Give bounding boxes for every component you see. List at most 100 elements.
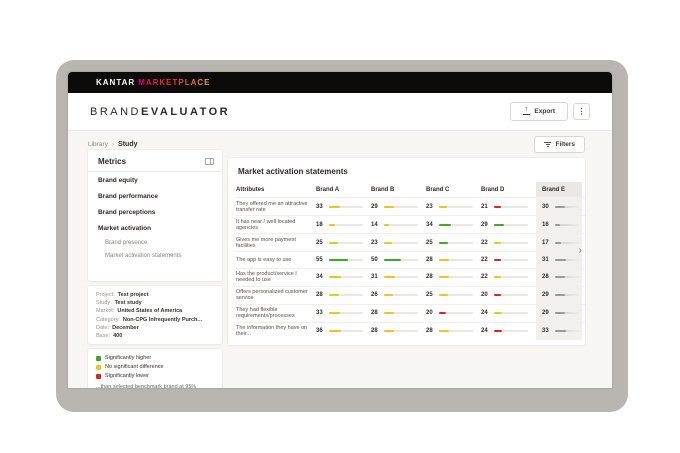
- value-bar: [555, 330, 581, 332]
- legend-swatch-ns: [96, 365, 101, 370]
- project-info-label: Base:: [96, 332, 110, 340]
- kebab-icon: ⋮: [578, 107, 586, 116]
- value-number: 29: [371, 204, 381, 210]
- value-bar: [329, 312, 363, 314]
- value-bar: [329, 330, 363, 332]
- value-cell: 33: [536, 323, 582, 340]
- table-row: It has near / well located agencies18143…: [236, 215, 585, 233]
- value-cell: 31: [371, 269, 426, 286]
- value-cell: 25: [316, 234, 371, 251]
- next-page-chevron[interactable]: ›: [579, 246, 582, 256]
- sidebar-item-brand-perceptions[interactable]: Brand perceptions: [88, 204, 222, 220]
- breadcrumb-library[interactable]: Library: [88, 141, 108, 148]
- table-header-row: AttributesBrand ABrand BBrand CBrand DBr…: [236, 182, 585, 197]
- app-header: BRANDEVALUATOR Export ⋮: [68, 93, 612, 131]
- value-bar-fill: [494, 294, 501, 296]
- value-cell: 28: [536, 269, 582, 286]
- value-bar-fill: [384, 206, 394, 208]
- legend-item-higher: Significantly higher: [96, 354, 214, 363]
- value-bar-fill: [329, 276, 341, 278]
- top-nav-bar: KANTAR MARKETPLACE: [68, 72, 612, 93]
- filters-button[interactable]: Filters: [534, 136, 585, 153]
- sidebar: Metrics Brand equityBrand performanceBra…: [88, 150, 222, 388]
- value-bar-fill: [494, 312, 502, 314]
- sidebar-subitem-market-activation-statements[interactable]: Market activation statements: [88, 249, 222, 262]
- value-cell: 17: [536, 234, 582, 251]
- export-button[interactable]: Export: [510, 102, 568, 121]
- value-bar-fill: [555, 206, 565, 208]
- value-bar: [439, 330, 473, 332]
- value-cell: 20: [426, 305, 481, 322]
- page-title-evaluator: EVALUATOR: [141, 106, 230, 118]
- value-bar-fill: [555, 312, 565, 314]
- value-number: 23: [371, 240, 381, 246]
- value-number: 28: [316, 292, 326, 298]
- breadcrumb-separator: ›: [112, 141, 114, 148]
- value-bar: [329, 242, 363, 244]
- more-options-button[interactable]: ⋮: [573, 103, 590, 120]
- value-bar-fill: [494, 242, 501, 244]
- value-bar-fill: [384, 259, 401, 261]
- kantar-logo: KANTAR: [96, 78, 135, 87]
- value-number: 14: [371, 222, 381, 228]
- attribute-label: Gives me more payment facilities: [236, 234, 316, 251]
- value-cell: 28: [371, 323, 426, 340]
- legend-panel: Significantly higherNo significant diffe…: [88, 349, 222, 388]
- value-bar: [494, 312, 528, 314]
- sidebar-item-market-activation[interactable]: Market activation: [88, 220, 222, 236]
- value-number: 25: [316, 240, 326, 246]
- value-bar: [329, 224, 363, 226]
- value-cell: 29: [536, 305, 582, 322]
- value-number: 26: [371, 292, 381, 298]
- value-number: 22: [481, 257, 491, 263]
- value-bar: [384, 312, 418, 314]
- breadcrumb: Library › Study: [88, 141, 138, 148]
- value-cell: 36: [316, 323, 371, 340]
- project-info-label: Market:: [96, 307, 114, 315]
- value-cell: 28: [371, 305, 426, 322]
- value-bar-fill: [494, 224, 504, 226]
- project-info-row: Date:December: [96, 324, 214, 332]
- value-bar-fill: [329, 294, 339, 296]
- collapse-panel-icon[interactable]: [205, 158, 214, 165]
- value-bar-fill: [329, 242, 338, 244]
- project-info-label: Date:: [96, 324, 109, 332]
- project-info-list: Project:Test projectStudy:Test studyMark…: [96, 291, 214, 340]
- value-bar-fill: [384, 276, 395, 278]
- value-cell: 34: [426, 216, 481, 233]
- value-bar: [329, 206, 363, 208]
- table-row: The app is easy to use5550282231: [236, 251, 585, 268]
- value-cell: 26: [371, 287, 426, 304]
- value-cell: 55: [316, 252, 371, 268]
- value-bar-fill: [494, 259, 501, 261]
- value-number: 31: [542, 257, 552, 263]
- value-bar-fill: [439, 312, 446, 314]
- attribute-label: They offered me an attractive transfer r…: [236, 198, 316, 215]
- sidebar-item-brand-equity[interactable]: Brand equity: [88, 172, 222, 188]
- export-button-label: Export: [534, 108, 555, 115]
- project-info-value: Non-CPG Infrequently Purch...: [123, 316, 202, 324]
- table-body: They offered me an attractive transfer r…: [228, 197, 585, 340]
- sidebar-item-brand-performance[interactable]: Brand performance: [88, 188, 222, 204]
- value-number: 33: [542, 328, 552, 334]
- metrics-panel-header: Metrics: [88, 150, 222, 172]
- project-info-value: December: [112, 324, 139, 332]
- value-number: 28: [426, 274, 436, 280]
- table-row: Offers personalized customer service2826…: [236, 286, 585, 304]
- page-title-brand: BRAND: [90, 106, 141, 118]
- value-bar: [384, 294, 418, 296]
- value-cell: 29: [481, 216, 536, 233]
- value-number: 29: [542, 310, 552, 316]
- attribute-label: The information they have on their...: [236, 323, 316, 340]
- value-number: 33: [316, 310, 326, 316]
- value-bar: [555, 294, 581, 296]
- value-cell: 28: [426, 252, 481, 268]
- table-footnote: Based on tried brand: [228, 340, 585, 346]
- value-cell: 25: [426, 287, 481, 304]
- value-number: 28: [542, 274, 552, 280]
- sidebar-subitem-brand-presence[interactable]: Brand presence: [88, 236, 222, 249]
- value-bar-fill: [439, 294, 448, 296]
- column-header-brand-b: Brand B: [371, 182, 426, 197]
- filter-icon: [544, 142, 551, 147]
- value-bar: [384, 206, 418, 208]
